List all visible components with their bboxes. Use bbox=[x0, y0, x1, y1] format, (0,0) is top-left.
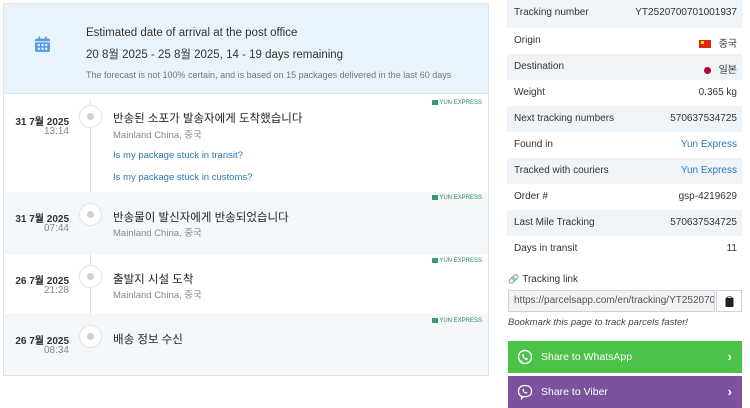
link-icon: 🔗 bbox=[508, 274, 520, 284]
copy-link-button[interactable] bbox=[716, 290, 742, 312]
timeline-dot-icon bbox=[79, 105, 102, 128]
viber-icon bbox=[517, 384, 533, 400]
chevron-right-icon: › bbox=[727, 349, 732, 364]
tracking-event: YUN EXPRESS 26 7월 2025 08:34 배송 정보 수신 bbox=[4, 314, 488, 375]
tracking-event: YUN EXPRESS 26 7월 2025 21:28 출발지 시설 도착 M… bbox=[4, 254, 488, 314]
detail-value: 0.365 kg bbox=[698, 87, 737, 98]
detail-row-found-in: Found in Yun Express bbox=[507, 132, 742, 158]
stuck-in-transit-link[interactable]: Is my package stuck in transit? bbox=[113, 150, 243, 161]
event-time: 08:34 bbox=[43, 345, 69, 356]
detail-key: Next tracking numbers bbox=[514, 113, 615, 124]
detail-value: 중국 bbox=[698, 35, 737, 50]
event-location: Mainland China, 중국 bbox=[113, 228, 202, 239]
detail-row-order: Order # gsp-4219629 bbox=[507, 184, 742, 210]
detail-row-weight: Weight 0.365 kg bbox=[507, 80, 742, 106]
detail-key: Destination bbox=[514, 61, 565, 72]
detail-row-days-in-transit: Days in transit 11 bbox=[507, 236, 742, 262]
detail-key: Last Mile Tracking bbox=[514, 217, 595, 228]
share-whatsapp-button[interactable]: Share to WhatsApp › bbox=[508, 341, 742, 373]
tracking-event: YUN EXPRESS 31 7월 2025 07:44 반송물이 발신자에게 … bbox=[4, 192, 488, 254]
tracking-details-table: Tracking number YT2520700701001937 Origi… bbox=[507, 0, 742, 262]
tracking-link-field[interactable]: https://parcelsapp.com/en/tracking/YT252… bbox=[508, 290, 715, 312]
eta-heading: Estimated date of arrival at the post of… bbox=[86, 27, 298, 39]
detail-row-last-mile: Last Mile Tracking 570637534725 bbox=[507, 210, 742, 236]
whatsapp-icon bbox=[517, 349, 533, 365]
detail-key: Tracked with couriers bbox=[514, 165, 609, 176]
detail-key: Origin bbox=[514, 35, 541, 46]
clipboard-icon bbox=[725, 296, 734, 307]
courier-logo-icon bbox=[432, 318, 439, 323]
event-title: 반송된 소포가 발송자에게 도착했습니다 bbox=[113, 113, 303, 125]
detail-key: Tracking number bbox=[514, 7, 589, 18]
share-viber-label: Share to Viber bbox=[541, 386, 608, 398]
courier-logo-icon bbox=[432, 100, 439, 105]
detail-row-next-tracking: Next tracking numbers 570637534725 bbox=[507, 106, 742, 132]
stuck-in-customs-link[interactable]: Is my package stuck in customs? bbox=[113, 172, 252, 183]
detail-key: Days in transit bbox=[514, 243, 578, 254]
event-time: 07:44 bbox=[43, 223, 69, 234]
detail-value: 570637534725 bbox=[670, 217, 737, 228]
yun-express-badge: YUN EXPRESS bbox=[432, 258, 482, 264]
share-viber-button[interactable]: Share to Viber › bbox=[508, 376, 742, 408]
yun-express-badge: YUN EXPRESS bbox=[432, 100, 482, 106]
tracking-link-label: 🔗 Tracking link bbox=[508, 274, 578, 285]
detail-key: Order # bbox=[514, 191, 548, 202]
detail-value: 570637534725 bbox=[670, 113, 737, 124]
event-title: 반송물이 발신자에게 반송되었습니다 bbox=[113, 212, 289, 224]
eta-range: 20 8월 2025 - 25 8월 2025, 14 - 19 days re… bbox=[86, 49, 344, 61]
timeline-dot-icon bbox=[79, 265, 102, 288]
detail-row-origin: Origin 중국 bbox=[507, 28, 742, 54]
japan-flag-icon bbox=[703, 67, 711, 74]
courier-link[interactable]: Yun Express bbox=[681, 165, 737, 176]
bookmark-hint: Bookmark this page to track parcels fast… bbox=[508, 317, 689, 328]
courier-logo-icon bbox=[432, 258, 439, 263]
detail-row-destination: Destination 일본 bbox=[507, 54, 742, 80]
detail-row-tracking-number: Tracking number YT2520700701001937 bbox=[507, 0, 742, 28]
event-title: 출발지 시설 도착 bbox=[113, 274, 194, 286]
courier-logo-icon bbox=[432, 195, 439, 200]
detail-value: gsp-4219629 bbox=[678, 191, 737, 202]
tracking-events-panel: Estimated date of arrival at the post of… bbox=[3, 3, 489, 376]
detail-row-couriers: Tracked with couriers Yun Express bbox=[507, 158, 742, 184]
share-whatsapp-label: Share to WhatsApp bbox=[541, 351, 633, 363]
event-location: Mainland China, 중국 bbox=[113, 290, 202, 301]
chevron-right-icon: › bbox=[727, 384, 732, 399]
eta-note: The forecast is not 100% certain, and is… bbox=[86, 70, 452, 80]
detail-key: Found in bbox=[514, 139, 553, 150]
event-time: 21:28 bbox=[43, 285, 69, 296]
tracking-event: YUN EXPRESS 31 7월 2025 13:14 반송된 소포가 발송자… bbox=[4, 96, 488, 192]
detail-key: Weight bbox=[514, 87, 545, 98]
found-in-link[interactable]: Yun Express bbox=[681, 139, 737, 150]
event-title: 배송 정보 수신 bbox=[113, 334, 183, 346]
timeline-dot-icon bbox=[79, 203, 102, 226]
detail-value: YT2520700701001937 bbox=[635, 7, 737, 18]
calendar-icon bbox=[35, 36, 50, 52]
yun-express-badge: YUN EXPRESS bbox=[432, 318, 482, 324]
yun-express-badge: YUN EXPRESS bbox=[432, 195, 482, 201]
event-time: 13:14 bbox=[43, 126, 69, 137]
event-location: Mainland China, 중국 bbox=[113, 130, 202, 141]
timeline-dot-icon bbox=[79, 325, 102, 348]
china-flag-icon bbox=[698, 40, 711, 48]
detail-value: 11 bbox=[726, 243, 737, 254]
detail-value: 일본 bbox=[703, 61, 737, 76]
eta-banner: Estimated date of arrival at the post of… bbox=[4, 4, 488, 94]
